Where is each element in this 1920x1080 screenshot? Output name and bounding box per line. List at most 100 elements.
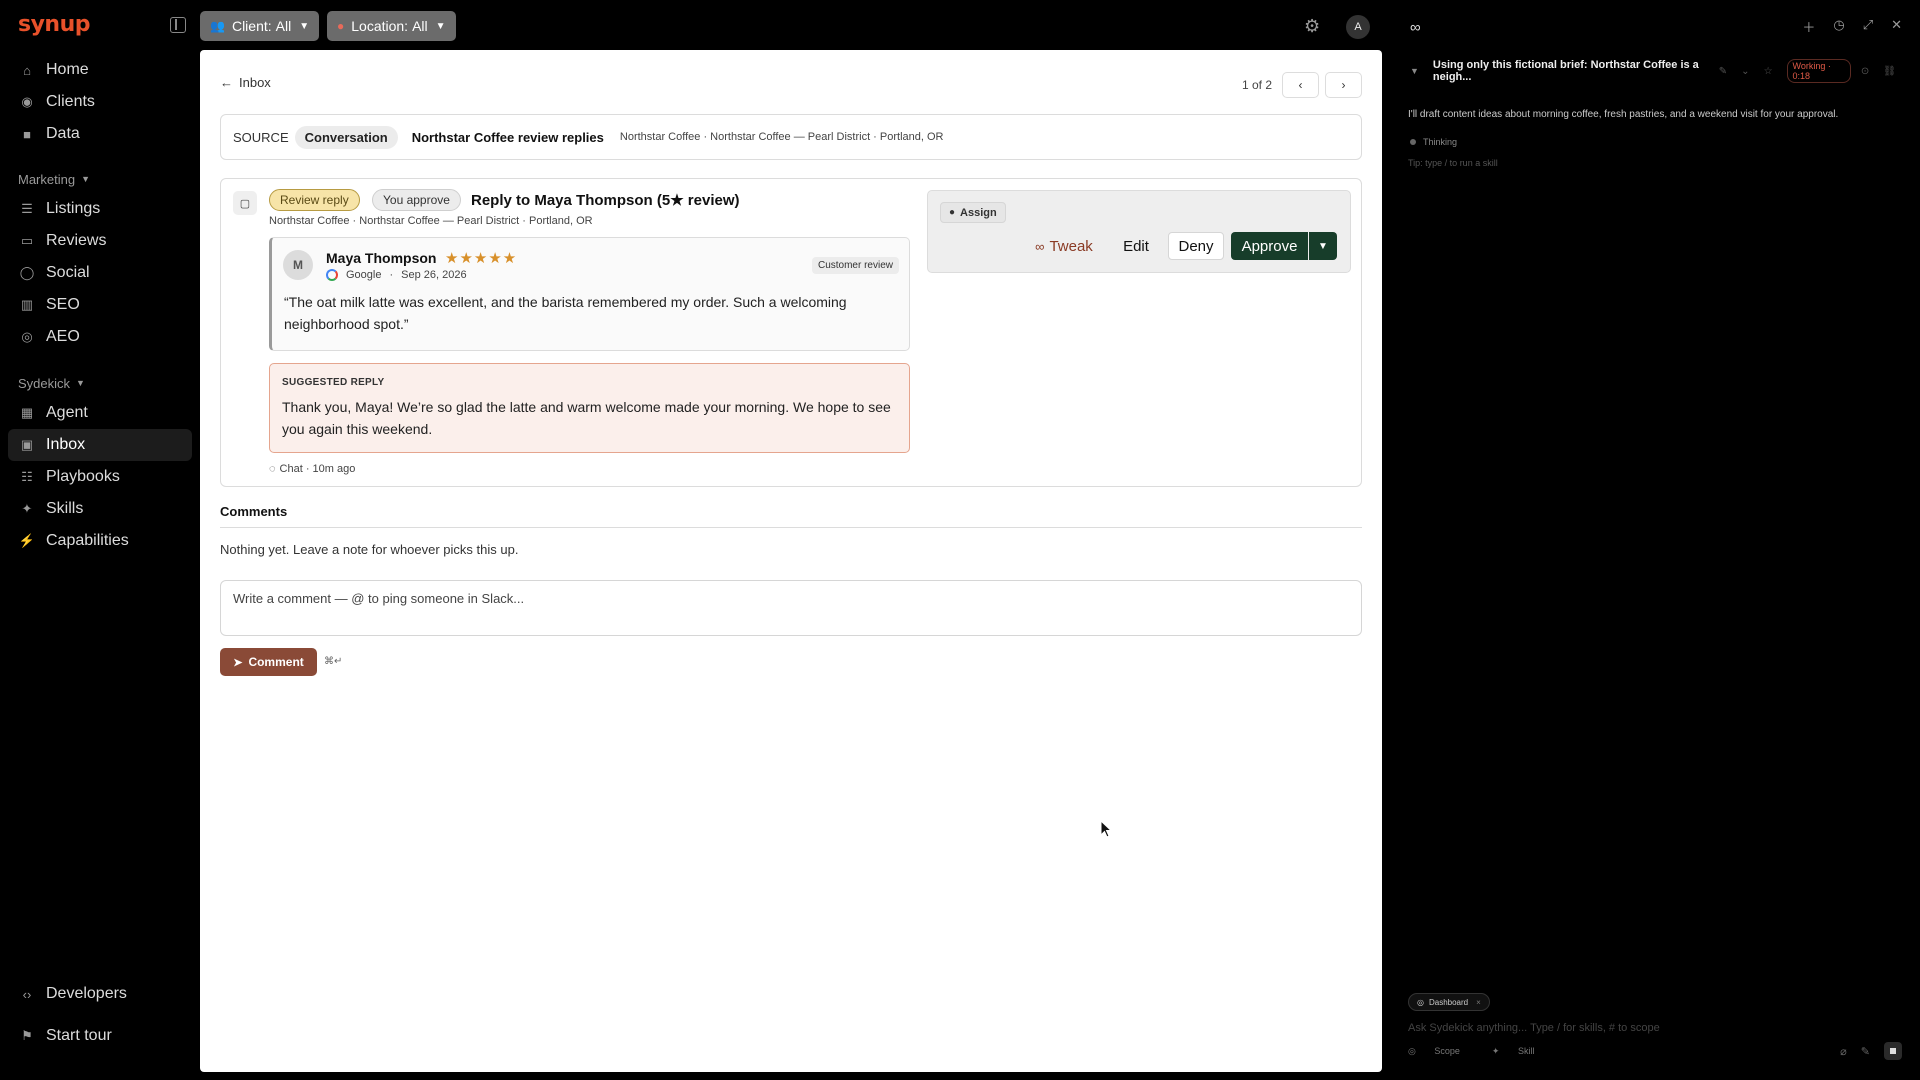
scope-icon: ◎ [1417, 997, 1424, 1007]
assistant-message: I'll draft content ideas about morning c… [1408, 109, 1839, 120]
inbox-icon: ▣ [20, 437, 34, 452]
sidebar-item-label: Start tour [46, 1027, 112, 1044]
user-avatar[interactable]: A [1346, 15, 1370, 39]
skill-button[interactable]: ✦ Skill [1492, 1046, 1551, 1057]
message-icon: ▢ [233, 191, 257, 215]
sydekick-logo-icon: ∞ [1410, 19, 1421, 36]
scope-icon: ◎ [1408, 1046, 1419, 1056]
sidebar-item-skills[interactable]: ✦ Skills [8, 493, 192, 525]
previous-button[interactable]: ‹ [1282, 72, 1319, 98]
keyboard-shortcut-hint: ⌘↵ [324, 656, 343, 667]
chevron-down-icon: ▼ [1318, 240, 1328, 252]
edit-button[interactable]: Edit [1116, 232, 1156, 260]
gear-icon[interactable]: ⚙ [1304, 16, 1320, 37]
star-icon[interactable]: ☆ [1764, 66, 1773, 77]
chat-input[interactable]: Ask Sydekick anything... Type / for skil… [1408, 1022, 1660, 1034]
context-chip[interactable]: ◎ Dashboard × [1408, 993, 1490, 1011]
history-icon[interactable]: ◷ [1833, 17, 1844, 36]
sidebar-item-label: Playbooks [46, 468, 120, 485]
pencil-icon[interactable]: ✎ [1719, 66, 1727, 77]
location-filter-value: All [412, 18, 428, 34]
sidebar-item-label: Reviews [46, 232, 107, 249]
customer-review-badge: Customer review [811, 257, 899, 274]
client-filter[interactable]: 👥 Client: All ▼ [200, 11, 320, 41]
close-icon[interactable]: ✕ [1891, 17, 1902, 36]
back-label: Inbox [239, 75, 271, 90]
users-icon: 👥 [210, 19, 225, 33]
context-chip-label: Dashboard [1428, 997, 1469, 1007]
sidebar-item-label: SEO [46, 296, 80, 313]
thread-header[interactable]: ▼ Using only this fictional brief: North… [1410, 59, 1910, 83]
sidebar-item-start-tour[interactable]: ⚑ Start tour [8, 1020, 192, 1052]
assign-button[interactable]: ● Assign [940, 202, 1006, 223]
composer-tools: ◎ Scope ✦ Skill [1408, 1046, 1566, 1057]
status-badge: You approve [372, 189, 461, 211]
comment-input[interactable]: Write a comment — @ to ping someone in S… [220, 580, 1362, 636]
sidebar-item-reviews[interactable]: ▭ Reviews [8, 225, 192, 257]
stop-button[interactable] [1884, 1042, 1902, 1060]
sidebar-item-label: Developers [46, 985, 127, 1002]
plus-icon[interactable]: ＋ [1802, 17, 1815, 36]
deny-button[interactable]: Deny [1168, 232, 1224, 260]
sidebar-item-social[interactable]: ◯ Social [8, 257, 192, 289]
comments-heading: Comments [220, 504, 288, 519]
sidebar-item-capabilities[interactable]: ⚡ Capabilities [8, 525, 192, 557]
scope-button[interactable]: ◎ Scope [1408, 1046, 1476, 1057]
sydekick-nav: ▦ Agent ▣ Inbox ☷ Playbooks ✦ Skills ⚡ Capabi… [8, 397, 192, 557]
sidebar-item-agent[interactable]: ▦ Agent [8, 397, 192, 429]
back-to-inbox-link[interactable]: ← Inbox [220, 75, 271, 90]
sparkle-icon: ✦ [1491, 1046, 1502, 1056]
next-button[interactable]: › [1325, 72, 1362, 98]
users-icon: ◉ [21, 94, 33, 109]
expand-icon[interactable]: ⤢ [1863, 17, 1873, 36]
thinking-indicator: Thinking [1410, 137, 1457, 147]
client-filter-value: All [275, 18, 292, 34]
star-rating: ★★★★★ [445, 250, 518, 267]
brush-icon[interactable]: ✎ [1861, 1045, 1870, 1058]
close-icon[interactable]: × [1476, 998, 1481, 1007]
chevron-down-icon[interactable]: ⌄ [1741, 66, 1749, 77]
tweak-button[interactable]: ∞ Tweak [1028, 232, 1100, 260]
user-icon: ● [949, 207, 956, 218]
synup-logo[interactable]: synup [18, 12, 91, 37]
customer-review: M Maya Thompson ★★★★★ Google · Sep 26, 2… [269, 237, 910, 351]
chevron-left-icon: ‹ [1298, 78, 1303, 92]
sidebar-item-aeo[interactable]: ◎ AEO [8, 321, 192, 353]
caret-down-icon: ▼ [76, 378, 85, 388]
location-filter-label: Location: [351, 18, 409, 34]
sidebar-item-seo[interactable]: ▥ SEO [8, 289, 192, 321]
sidebar-item-clients[interactable]: ◉ Clients [8, 86, 192, 118]
sidebar-item-playbooks[interactable]: ☷ Playbooks [8, 461, 192, 493]
section-sydekick[interactable]: Sydekick ▼ [8, 369, 85, 397]
approve-options-button[interactable]: ▼ [1309, 232, 1337, 260]
comment-button[interactable]: ➤ Comment [220, 648, 317, 676]
section-marketing[interactable]: Marketing ▼ [8, 165, 90, 193]
attach-icon[interactable]: ⌀ [1840, 1045, 1847, 1058]
sidebar-item-developers[interactable]: ‹› Developers [8, 978, 192, 1010]
sidebar-item-data[interactable]: ■ Data [8, 118, 192, 150]
link-icon[interactable]: ⛓ [1883, 66, 1896, 77]
approve-button[interactable]: Approve [1231, 232, 1308, 260]
source-type-pill[interactable]: Conversation [294, 125, 398, 149]
settings-icon[interactable]: ⊙ [1861, 66, 1869, 77]
location-filter[interactable]: ● Location: All ▼ [327, 11, 456, 41]
scope-label: Scope [1434, 1046, 1460, 1056]
review-text: “The oat milk latte was excellent, and t… [284, 294, 847, 332]
source-bar: SOURCE Conversation Northstar Coffee rev… [220, 114, 1362, 160]
target-icon: ◎ [21, 329, 33, 344]
assistant-panel: ∞ ＋ ◷ ⤢ ✕ ▼ Using only this fictional br… [1392, 0, 1920, 1080]
inbox-detail-panel: ← Inbox 1 of 2 ‹ › SOURCE Conversation N… [200, 50, 1382, 1072]
sidebar-item-inbox[interactable]: ▣ Inbox [8, 429, 192, 461]
sidebar-item-home[interactable]: ⌂ Home [8, 54, 192, 86]
folder-icon: ■ [23, 126, 31, 142]
comments-empty-state: Nothing yet. Leave a note for whoever pi… [220, 542, 519, 557]
source-title[interactable]: Northstar Coffee review replies [412, 130, 604, 145]
review-platform: Google [346, 269, 382, 281]
type-badge: Review reply [269, 189, 360, 211]
sidebar-item-listings[interactable]: ☰ Listings [8, 193, 192, 225]
chat-meta[interactable]: ◌ Chat · 10m ago [269, 463, 355, 475]
app-root: synup ⌂ Home ◉ Clients ■ Data Marketing ▼ ☰ L… [0, 0, 1920, 1080]
sidebar-toggle-icon[interactable] [170, 17, 186, 33]
marketing-nav: ☰ Listings ▭ Reviews ◯ Social ▥ SEO ◎ AEO [8, 193, 192, 353]
mouse-cursor-icon [1100, 820, 1112, 838]
